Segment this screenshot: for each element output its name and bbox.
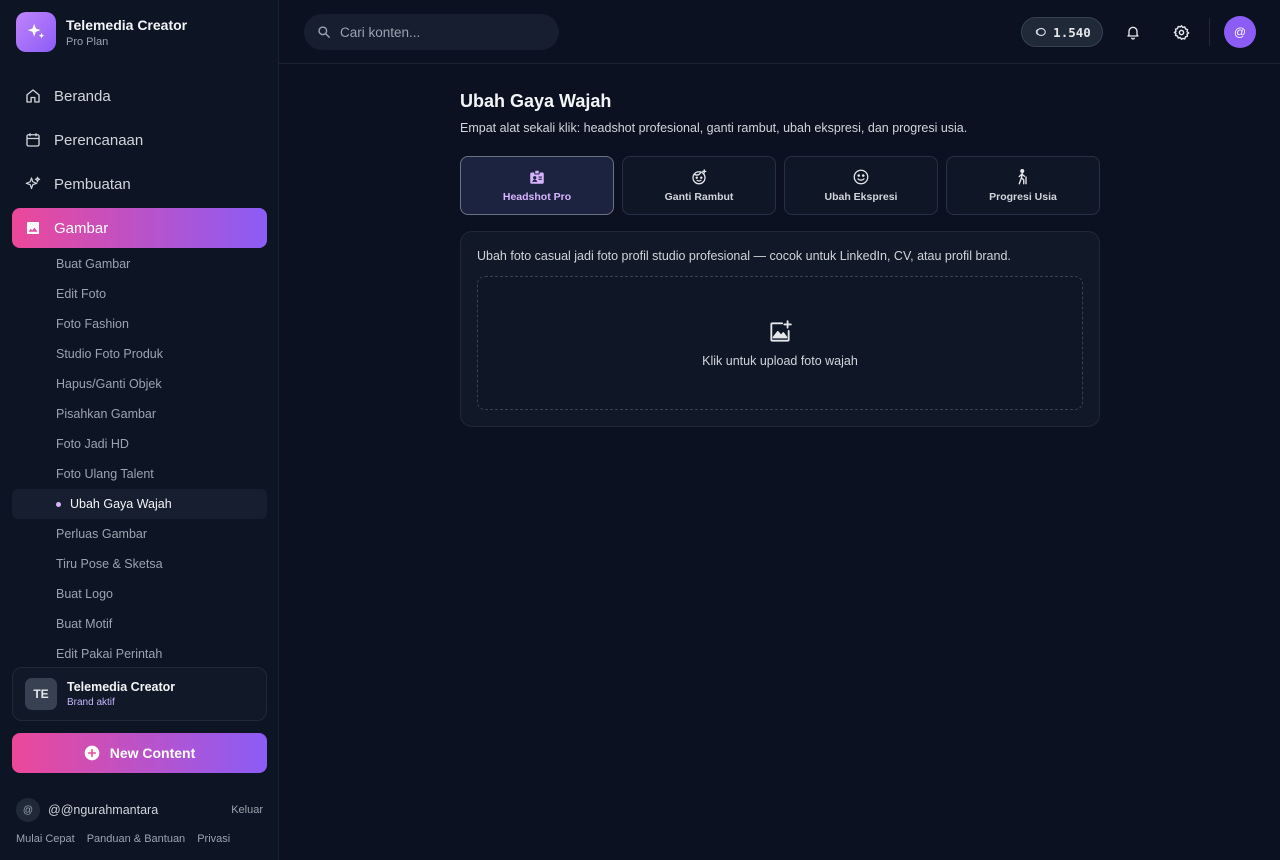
active-dot-icon bbox=[56, 501, 61, 507]
coin-icon bbox=[1033, 25, 1047, 39]
elderly-walk-icon bbox=[1014, 168, 1032, 186]
tab-ganti-rambut[interactable]: Ganti Rambut bbox=[622, 156, 776, 215]
submenu-item[interactable]: Tiru Pose & Sketsa bbox=[12, 549, 267, 579]
tab-label: Ganti Rambut bbox=[664, 191, 734, 203]
footer-link-quickstart[interactable]: Mulai Cepat bbox=[16, 833, 75, 845]
search-bar[interactable] bbox=[304, 14, 559, 50]
brand-name: Telemedia Creator bbox=[66, 16, 188, 33]
notifications-button[interactable] bbox=[1121, 20, 1145, 44]
submenu-label: Ubah Gaya Wajah bbox=[70, 497, 172, 511]
nav-label: Perencanaan bbox=[54, 131, 144, 149]
submenu-label: Foto Fashion bbox=[56, 317, 129, 331]
submenu-label: Studio Foto Produk bbox=[56, 347, 164, 361]
submenu-item[interactable]: Foto Fashion bbox=[12, 309, 267, 339]
user-row: @ @@ngurahmantara Keluar bbox=[16, 798, 263, 822]
calendar-icon bbox=[24, 131, 42, 149]
brand[interactable]: Telemedia Creator Pro Plan bbox=[16, 12, 187, 52]
submenu-item[interactable]: Edit Foto bbox=[12, 279, 267, 309]
search-input[interactable] bbox=[340, 24, 540, 40]
tab-label: Ubah Ekspresi bbox=[824, 191, 898, 203]
submenu-label: Hapus/Ganti Objek bbox=[56, 377, 162, 391]
submenu-item[interactable]: Edit Pakai Perintah bbox=[12, 639, 267, 669]
submenu-item[interactable]: Studio Foto Produk bbox=[12, 339, 267, 369]
tool-panel: Ubah foto casual jadi foto profil studio… bbox=[460, 231, 1100, 427]
topbar: 1.540 @ bbox=[279, 0, 1280, 64]
submenu-label: Buat Gambar bbox=[56, 257, 131, 271]
brand-avatar: TE bbox=[25, 678, 57, 710]
sparkle-icon bbox=[24, 175, 42, 193]
credits-badge[interactable]: 1.540 bbox=[1021, 17, 1103, 47]
brand-card-status: Brand aktif bbox=[67, 697, 115, 708]
page-description: Empat alat sekali klik: headshot profesi… bbox=[460, 121, 968, 135]
settings-button[interactable] bbox=[1169, 20, 1193, 44]
page-title: Ubah Gaya Wajah bbox=[460, 91, 612, 111]
active-brand-card[interactable]: TE Telemedia Creator Brand aktif bbox=[12, 667, 267, 721]
plus-circle-icon bbox=[84, 745, 100, 761]
user-avatar[interactable]: @ bbox=[16, 798, 40, 822]
submenu-item[interactable]: Buat Gambar bbox=[12, 249, 267, 279]
brand-card-name: Telemedia Creator bbox=[67, 680, 176, 694]
submenu-item[interactable]: Hapus/Ganti Objek bbox=[12, 369, 267, 399]
tab-label: Progresi Usia bbox=[989, 191, 1057, 203]
submenu-label: Pisahkan Gambar bbox=[56, 407, 157, 421]
submenu-item[interactable]: Pisahkan Gambar bbox=[12, 399, 267, 429]
nav-item-beranda[interactable]: Beranda bbox=[12, 76, 267, 116]
tab-label: Headshot Pro bbox=[502, 191, 572, 203]
nav-item-pembuatan[interactable]: Pembuatan bbox=[12, 164, 267, 204]
new-content-label: New Content bbox=[109, 745, 196, 761]
submenu-label: Perluas Gambar bbox=[56, 527, 148, 541]
submenu-label: Foto Jadi HD bbox=[56, 437, 129, 451]
nav-label: Pembuatan bbox=[54, 175, 131, 193]
nav-label: Beranda bbox=[54, 87, 111, 105]
submenu-label: Tiru Pose & Sketsa bbox=[56, 557, 163, 571]
nav-item-gambar[interactable]: Gambar bbox=[12, 208, 267, 248]
brand-plan: Pro Plan bbox=[66, 35, 109, 48]
submenu-item[interactable]: Ubah Gaya Wajah bbox=[12, 489, 267, 519]
new-content-button[interactable]: New Content bbox=[12, 733, 267, 773]
credits-value: 1.540 bbox=[1053, 24, 1091, 40]
gear-icon bbox=[1173, 24, 1190, 41]
image-upload-icon bbox=[767, 319, 793, 345]
submenu-item[interactable]: Perluas Gambar bbox=[12, 519, 267, 549]
submenu-item[interactable]: Buat Logo bbox=[12, 579, 267, 609]
smile-icon bbox=[852, 168, 870, 186]
footer-link-privacy[interactable]: Privasi bbox=[197, 833, 230, 845]
profile-avatar[interactable]: @ bbox=[1224, 16, 1256, 48]
nav-label: Gambar bbox=[54, 219, 109, 237]
face-hair-icon bbox=[690, 168, 708, 186]
tab-headshot-pro[interactable]: Headshot Pro bbox=[460, 156, 614, 215]
home-icon bbox=[24, 87, 42, 105]
upload-dropzone[interactable]: Klik untuk upload foto wajah bbox=[477, 276, 1083, 410]
bell-icon bbox=[1125, 24, 1141, 40]
submenu-label: Edit Foto bbox=[56, 287, 107, 301]
id-badge-icon bbox=[528, 168, 546, 186]
upload-label: Klik untuk upload foto wajah bbox=[702, 353, 858, 368]
image-icon bbox=[24, 219, 42, 237]
submenu-item[interactable]: Foto Jadi HD bbox=[12, 429, 267, 459]
nav-item-perencanaan[interactable]: Perencanaan bbox=[12, 120, 267, 160]
tab-progresi-usia[interactable]: Progresi Usia bbox=[946, 156, 1100, 215]
gambar-submenu: Buat Gambar Edit Foto Foto Fashion Studio F… bbox=[12, 249, 267, 669]
submenu-label: Foto Ulang Talent bbox=[56, 467, 154, 481]
logout-link[interactable]: Keluar bbox=[231, 804, 263, 816]
footer-links: Mulai Cepat Panduan & Bantuan Privasi bbox=[16, 833, 242, 845]
submenu-label: Buat Logo bbox=[56, 587, 113, 601]
footer-link-help[interactable]: Panduan & Bantuan bbox=[87, 833, 185, 845]
submenu-item[interactable]: Foto Ulang Talent bbox=[12, 459, 267, 489]
sidebar: Telemedia Creator Pro Plan Beranda Peren… bbox=[0, 0, 279, 860]
topbar-divider bbox=[1209, 18, 1210, 46]
sparkle-logo-icon bbox=[16, 12, 56, 52]
panel-description: Ubah foto casual jadi foto profil studio… bbox=[477, 249, 1011, 263]
submenu-label: Edit Pakai Perintah bbox=[56, 647, 163, 661]
search-icon bbox=[317, 25, 331, 39]
submenu-label: Buat Motif bbox=[56, 617, 113, 631]
tab-ubah-ekspresi[interactable]: Ubah Ekspresi bbox=[784, 156, 938, 215]
user-handle: @@ngurahmantara bbox=[48, 803, 159, 817]
submenu-item[interactable]: Buat Motif bbox=[12, 609, 267, 639]
